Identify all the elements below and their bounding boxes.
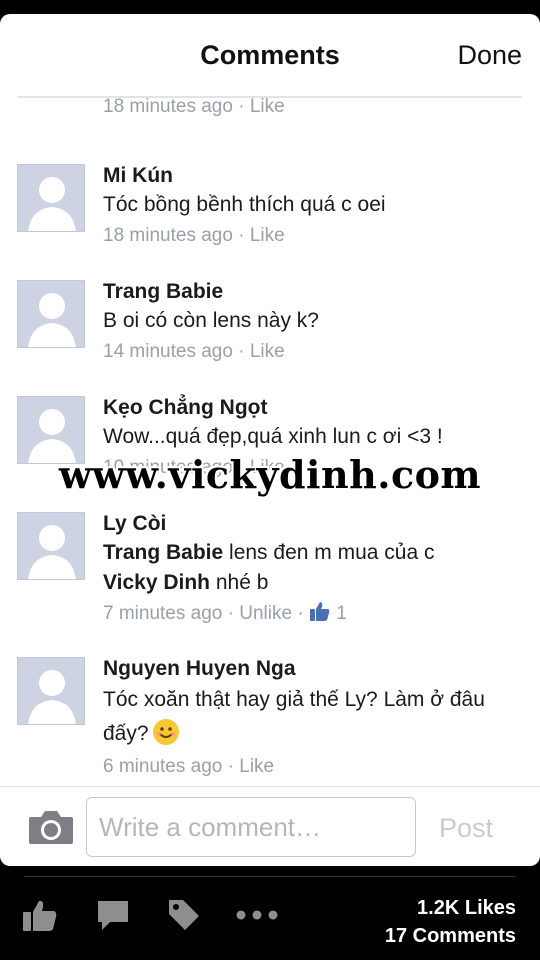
bottom-divider	[24, 876, 516, 877]
comment-meta: 7 minutes ago · Unlike · 1	[103, 600, 520, 628]
like-link[interactable]: Like	[250, 341, 285, 362]
like-link[interactable]: Like	[239, 756, 274, 777]
comment-text: Wow...quá đẹp,quá xinh lun c ơi <3 !	[103, 425, 443, 448]
partial-comment-meta: 18 minutes ago · Like	[103, 98, 285, 118]
avatar[interactable]	[17, 280, 85, 348]
comment-author[interactable]: Ly Còi	[103, 510, 520, 538]
avatar[interactable]	[17, 512, 85, 580]
unlike-link[interactable]: Unlike	[239, 603, 292, 624]
default-avatar-icon	[28, 293, 76, 347]
default-avatar-icon	[28, 670, 76, 724]
like-link[interactable]: Like	[250, 225, 285, 246]
comment-time: 18 minutes ago	[103, 225, 233, 246]
comment-author[interactable]: Kẹo Chẳng Ngọt	[103, 394, 520, 422]
done-button[interactable]: Done	[457, 40, 522, 71]
tag-icon[interactable]	[167, 898, 201, 932]
comment-author[interactable]: Mi Kún	[103, 162, 520, 190]
bottom-action-bar: 1.2K Likes 17 Comments	[0, 866, 540, 960]
mention-link[interactable]: Trang Babie	[103, 541, 223, 564]
avatar[interactable]	[17, 164, 85, 232]
more-icon[interactable]	[236, 910, 278, 920]
comment-text: B oi có còn lens này k?	[103, 309, 319, 332]
meta-separator: ·	[232, 225, 250, 246]
comment-time: 6 minutes ago	[103, 756, 223, 777]
comments-sheet: Comments Done 18 minutes ago · Like Mi K…	[0, 14, 540, 866]
default-avatar-icon	[28, 177, 76, 231]
comment-text-part: lens đen m mua của c	[223, 541, 435, 564]
meta-separator: ·	[232, 98, 250, 117]
comment-time: 18 minutes ago	[103, 98, 233, 117]
post-button[interactable]: Post	[439, 813, 493, 844]
comment-author[interactable]: Nguyen Huyen Nga	[103, 655, 520, 683]
avatar[interactable]	[17, 657, 85, 725]
comments-count[interactable]: 17 Comments	[385, 922, 516, 950]
watermark: www.vickydinh.com	[58, 452, 482, 497]
default-avatar-icon	[28, 525, 76, 579]
header: Comments Done	[0, 14, 540, 98]
comment-text: Trang Babie lens đen m mua của c Vicky Di…	[103, 538, 520, 598]
comment-time: 14 minutes ago	[103, 341, 233, 362]
meta-separator: ·	[222, 756, 240, 777]
comment-composer: Post	[0, 786, 540, 866]
comment-meta: 18 minutes ago · Like	[103, 222, 520, 250]
like-count: 1	[336, 603, 347, 624]
comment-meta: 14 minutes ago · Like	[103, 338, 520, 366]
post-stats: 1.2K Likes 17 Comments	[385, 894, 516, 950]
comment-meta: 6 minutes ago · Like	[103, 753, 520, 781]
smiling-face-icon	[152, 719, 179, 745]
comment-icon[interactable]	[96, 898, 130, 932]
meta-separator: ·	[232, 341, 250, 362]
comment-input[interactable]	[86, 797, 416, 857]
comment-text-wrap: Tóc xoăn thật hay giả thế Ly? Làm ở đâu …	[103, 683, 520, 751]
like-link[interactable]: Like	[250, 98, 285, 117]
meta-separator: ·	[222, 603, 240, 624]
mention-link[interactable]: Vicky Dinh	[103, 571, 210, 594]
like-count-icon	[309, 602, 330, 621]
comment-list[interactable]: 18 minutes ago · Like Mi Kún Tóc bồng bề…	[0, 98, 540, 788]
meta-separator: ·	[292, 603, 309, 624]
comment-text-part: nhé b	[210, 571, 269, 594]
like-icon[interactable]	[22, 898, 58, 932]
camera-icon[interactable]	[28, 809, 74, 845]
comment-author[interactable]: Trang Babie	[103, 278, 520, 306]
comment-text: Tóc bồng bềnh thích quá c oei	[103, 193, 386, 216]
likes-count[interactable]: 1.2K Likes	[385, 894, 516, 922]
comment-time: 7 minutes ago	[103, 603, 223, 624]
